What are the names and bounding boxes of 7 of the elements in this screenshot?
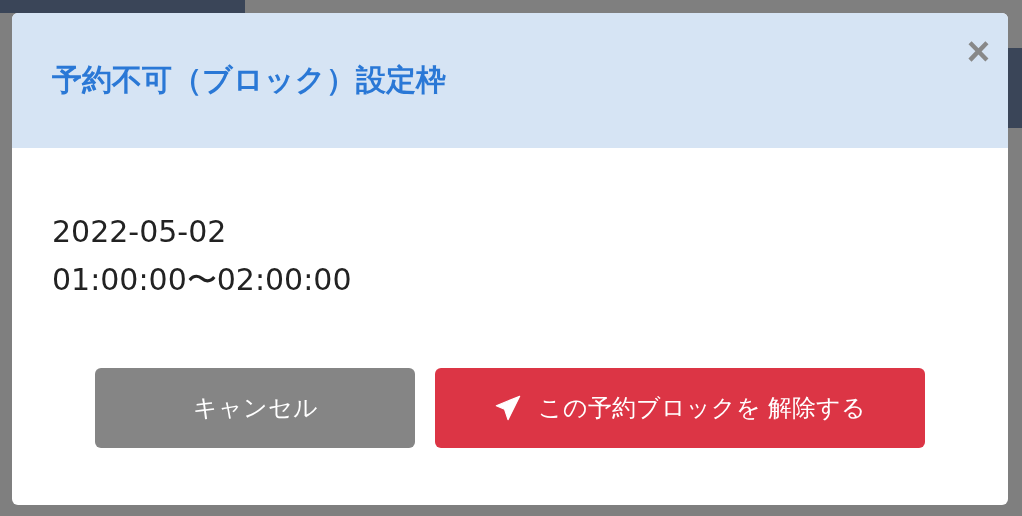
paper-plane-icon xyxy=(493,394,522,422)
detail-text: 01:00:00〜02:00:00 xyxy=(52,261,353,299)
cancel-button[interactable]: キャンセル xyxy=(95,368,415,448)
release-button[interactable]: この予約ブロックを 解除する xyxy=(435,368,925,448)
close-button[interactable]: × xyxy=(966,31,990,71)
detail-text: 2022-05-02 xyxy=(52,213,228,251)
dialog-title: 予約不可（ブロック）設定枠 xyxy=(52,61,446,99)
